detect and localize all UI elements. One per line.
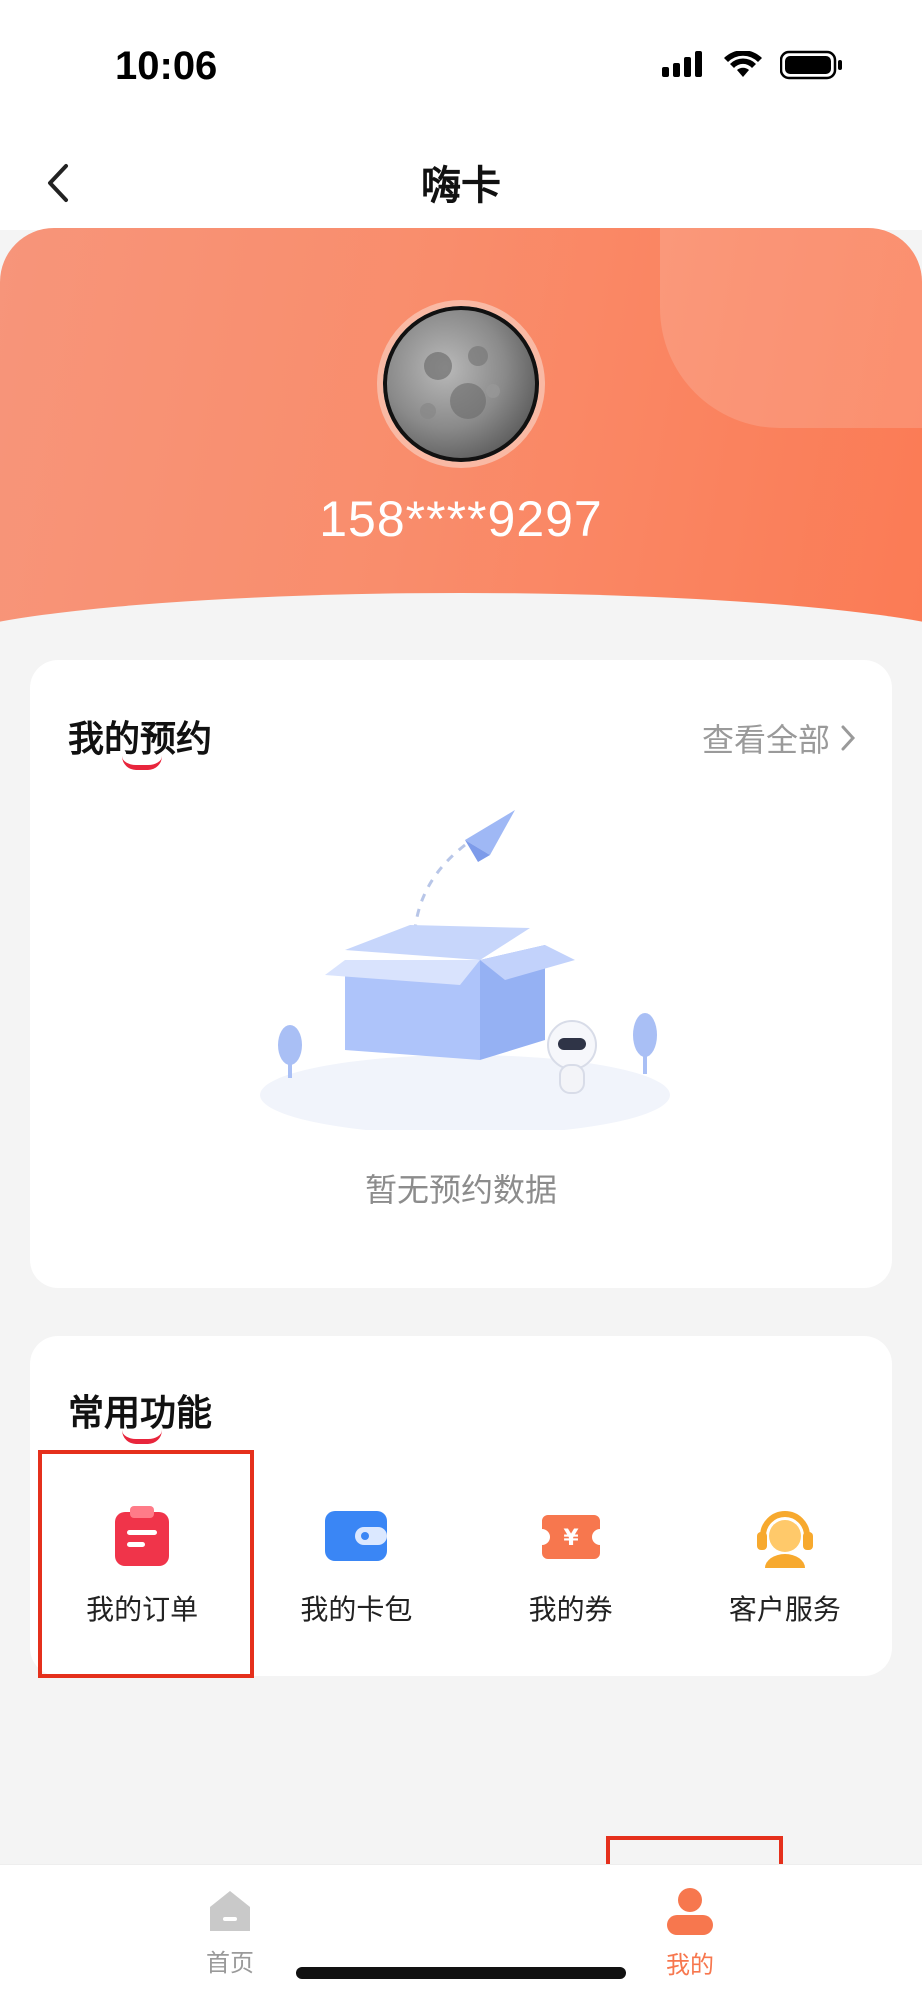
- battery-icon: [780, 50, 842, 80]
- tab-label: 首页: [206, 1949, 254, 1977]
- user-icon: [667, 1888, 713, 1935]
- tab-mine[interactable]: 我的: [630, 1887, 750, 1980]
- status-bar: 10:06: [0, 0, 922, 135]
- booking-card: 我的预约 查看全部 暂无预约数据: [30, 660, 892, 1288]
- function-label: 客户服务: [728, 1593, 841, 1626]
- coupon-icon: ¥: [540, 1506, 602, 1568]
- function-label: 我的券: [528, 1593, 613, 1626]
- status-time: 10:06: [115, 44, 218, 88]
- tab-label: 我的: [666, 1951, 714, 1979]
- view-all-label: 查看全部: [701, 721, 830, 759]
- header-curve: [0, 593, 922, 623]
- function-my-cards[interactable]: 我的卡包: [249, 1506, 463, 1628]
- function-customer-service[interactable]: 客户服务: [678, 1506, 892, 1628]
- nav-bar: 嗨卡: [0, 135, 922, 230]
- avatar[interactable]: [377, 300, 545, 468]
- phone-number: 158****9297: [319, 491, 603, 547]
- tab-home[interactable]: 首页: [170, 1887, 290, 1978]
- tab-bar: 首页 我的: [0, 1864, 922, 2000]
- title-underline: [122, 1430, 162, 1444]
- function-my-coupons[interactable]: ¥ 我的券: [464, 1506, 678, 1628]
- headset-icon: [754, 1506, 816, 1568]
- function-label: 我的卡包: [300, 1593, 413, 1626]
- booking-title: 我的预约: [68, 719, 213, 760]
- chevron-right-icon: [841, 725, 856, 751]
- wallet-icon: [325, 1506, 388, 1568]
- empty-state-text: 暂无预约数据: [364, 1171, 557, 1209]
- wifi-icon: [724, 51, 762, 77]
- home-indicator: [296, 1967, 626, 1979]
- functions-title: 常用功能: [68, 1393, 213, 1434]
- page-title: 嗨卡: [421, 163, 501, 209]
- signal-icon: [662, 51, 702, 77]
- empty-box-illustration: [250, 810, 680, 1135]
- status-icons: [662, 50, 844, 80]
- highlight-my-orders: [38, 1450, 254, 1678]
- profile-header: 158****9297: [0, 228, 922, 623]
- title-underline: [122, 756, 162, 770]
- home-icon: [210, 1891, 250, 1931]
- header-decoration: [660, 228, 922, 428]
- svg-text:¥: ¥: [563, 1526, 579, 1551]
- view-all-link[interactable]: 查看全部: [702, 715, 856, 761]
